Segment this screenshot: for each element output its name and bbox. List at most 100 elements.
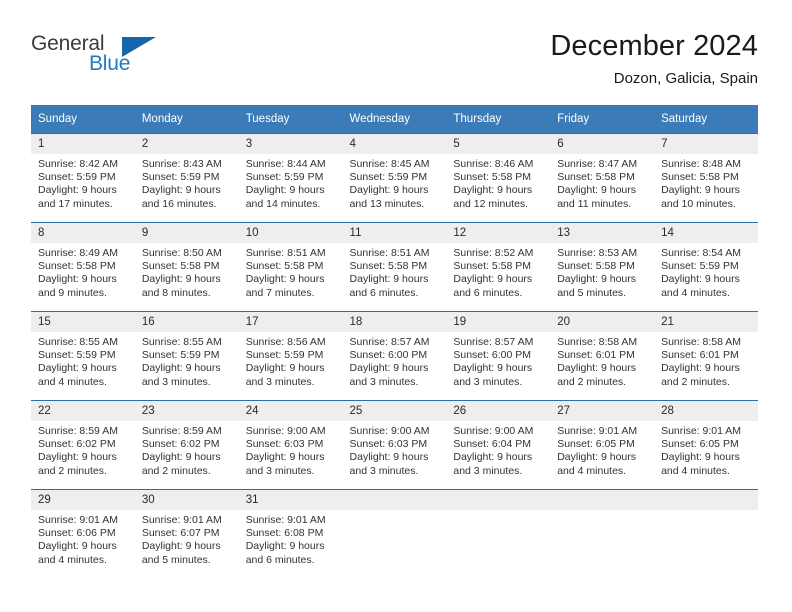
calendar-day-cell[interactable]: 7 Sunrise: 8:48 AM Sunset: 5:58 PM Daylight… <box>654 133 758 223</box>
calendar-day-cell[interactable]: 19 Sunrise: 8:57 AM Sunset: 6:00 PM Dayligh… <box>446 311 551 401</box>
day-sunset-text: Sunset: 6:07 PM <box>141 527 220 540</box>
day-cell-inner: 14 Sunrise: 8:54 AM Sunset: 5:59 PM Dayligh… <box>654 223 758 311</box>
day-details: Sunrise: 8:43 AM Sunset: 5:59 PM Daylight:… <box>135 154 239 211</box>
day-cell-inner: 20 Sunrise: 8:58 AM Sunset: 6:01 PM Dayligh… <box>550 312 655 400</box>
day-number: 20 <box>550 312 655 332</box>
calendar-day-cell[interactable]: 16 Sunrise: 8:55 AM Sunset: 5:59 PM Dayligh… <box>134 311 239 401</box>
calendar-day-cell[interactable]: 12 Sunrise: 8:52 AM Sunset: 5:58 PM Dayligh… <box>446 222 551 312</box>
page-subtitle: Dozon, Galicia, Spain <box>613 70 758 87</box>
day-cell-inner: 25 Sunrise: 9:00 AM Sunset: 6:03 PM Dayligh… <box>342 401 447 489</box>
calendar-day-cell[interactable]: 20 Sunrise: 8:58 AM Sunset: 6:01 PM Dayligh… <box>550 311 655 401</box>
generalblue-logo[interactable]: General Blue <box>31 32 161 82</box>
day-cell-inner: 31 Sunrise: 9:01 AM Sunset: 6:08 PM Dayligh… <box>238 490 343 578</box>
calendar-day-cell[interactable]: 8 Sunrise: 8:49 AM Sunset: 5:58 PM Daylight… <box>31 222 135 312</box>
calendar-day-cell[interactable]: 15 Sunrise: 8:55 AM Sunset: 5:59 PM Dayligh… <box>31 311 135 401</box>
day-sunset-text: Sunset: 6:02 PM <box>38 438 116 451</box>
day-number: 17 <box>238 312 343 332</box>
day-number: 25 <box>342 401 447 421</box>
day-details: Sunrise: 8:52 AM Sunset: 5:58 PM Daylight:… <box>446 243 550 300</box>
calendar-day-cell[interactable]: 13 Sunrise: 8:53 AM Sunset: 5:58 PM Dayligh… <box>550 222 655 312</box>
calendar-week-row: 22 Sunrise: 8:59 AM Sunset: 6:02 PM Dayligh… <box>31 400 758 490</box>
weekday-header-wednesday: Wednesday <box>342 105 447 134</box>
calendar-day-cell[interactable]: 26 Sunrise: 9:00 AM Sunset: 6:04 PM Dayligh… <box>446 400 551 490</box>
calendar-day-cell[interactable]: 5 Sunrise: 8:46 AM Sunset: 5:58 PM Daylight… <box>446 133 551 223</box>
calendar-day-cell[interactable]: 17 Sunrise: 8:56 AM Sunset: 5:59 PM Dayligh… <box>238 311 343 401</box>
day-number: 21 <box>654 312 758 332</box>
calendar-day-cell[interactable]: 18 Sunrise: 8:57 AM Sunset: 6:00 PM Dayligh… <box>342 311 447 401</box>
day-number: 23 <box>134 401 239 421</box>
day-daylight-line1-text: Daylight: 9 hours <box>453 273 533 286</box>
day-daylight-line2-text: and 4 minutes. <box>38 375 107 388</box>
day-sunrise-text: Sunrise: 8:58 AM <box>661 336 742 348</box>
calendar-day-cell[interactable]: 23 Sunrise: 8:59 AM Sunset: 6:02 PM Dayligh… <box>134 400 239 490</box>
calendar-day-cell[interactable]: 21 Sunrise: 8:58 AM Sunset: 6:01 PM Dayligh… <box>654 311 758 401</box>
calendar-day-cell[interactable]: 31 Sunrise: 9:01 AM Sunset: 6:08 PM Dayligh… <box>238 489 343 578</box>
day-sunset-text: Sunset: 6:03 PM <box>245 438 324 451</box>
calendar-day-cell[interactable]: 11 Sunrise: 8:51 AM Sunset: 5:58 PM Dayligh… <box>342 222 447 312</box>
day-cell-inner: 26 Sunrise: 9:00 AM Sunset: 6:04 PM Dayligh… <box>446 401 551 489</box>
day-daylight-line1-text: Daylight: 9 hours <box>661 451 740 464</box>
day-number: 29 <box>31 490 135 510</box>
day-daylight-line1-text: Daylight: 9 hours <box>453 362 533 375</box>
sunrise-sunset-calendar: Sunday Monday Tuesday Wednesday Thursday… <box>31 105 758 578</box>
calendar-day-cell[interactable]: 30 Sunrise: 9:01 AM Sunset: 6:07 PM Dayligh… <box>134 489 239 578</box>
day-details: Sunrise: 8:49 AM Sunset: 5:58 PM Daylight:… <box>31 243 135 300</box>
day-number: 31 <box>238 490 343 510</box>
day-daylight-line2-text: and 11 minutes. <box>557 197 632 210</box>
day-cell-inner: 22 Sunrise: 8:59 AM Sunset: 6:02 PM Dayligh… <box>31 401 135 489</box>
calendar-day-cell-empty <box>654 489 758 578</box>
calendar-day-cell[interactable]: 1 Sunrise: 8:42 AM Sunset: 5:59 PM Daylight… <box>31 133 135 223</box>
day-daylight-line2-text: and 7 minutes. <box>245 286 315 299</box>
day-sunset-text: Sunset: 5:58 PM <box>557 260 635 273</box>
day-sunrise-text: Sunrise: 9:01 AM <box>245 514 326 526</box>
day-details: Sunrise: 8:57 AM Sunset: 6:00 PM Daylight:… <box>446 332 550 389</box>
calendar-day-cell[interactable]: 6 Sunrise: 8:47 AM Sunset: 5:58 PM Daylight… <box>550 133 655 223</box>
day-daylight-line1-text: Daylight: 9 hours <box>557 184 637 197</box>
day-sunrise-text: Sunrise: 9:01 AM <box>38 514 118 526</box>
day-number: 19 <box>446 312 551 332</box>
day-number: 28 <box>654 401 758 421</box>
calendar-day-cell[interactable]: 28 Sunrise: 9:01 AM Sunset: 6:05 PM Dayligh… <box>654 400 758 490</box>
day-daylight-line1-text: Daylight: 9 hours <box>557 362 637 375</box>
day-sunset-text: Sunset: 5:58 PM <box>245 260 324 273</box>
day-sunrise-text: Sunrise: 8:50 AM <box>141 247 222 259</box>
day-daylight-line2-text: and 2 minutes. <box>557 375 627 388</box>
calendar-day-cell[interactable]: 25 Sunrise: 9:00 AM Sunset: 6:03 PM Dayligh… <box>342 400 447 490</box>
calendar-body: 1 Sunrise: 8:42 AM Sunset: 5:59 PM Daylight… <box>31 133 758 578</box>
calendar-day-cell[interactable]: 10 Sunrise: 8:51 AM Sunset: 5:58 PM Dayligh… <box>238 222 343 312</box>
day-daylight-line2-text: and 8 minutes. <box>141 286 211 299</box>
calendar-day-cell[interactable]: 22 Sunrise: 8:59 AM Sunset: 6:02 PM Dayligh… <box>31 400 135 490</box>
day-cell-inner: 10 Sunrise: 8:51 AM Sunset: 5:58 PM Dayligh… <box>238 223 343 311</box>
page-title: December 2024 <box>550 30 758 62</box>
day-cell-inner: 1 Sunrise: 8:42 AM Sunset: 5:59 PM Daylight… <box>31 134 135 222</box>
calendar-day-cell[interactable]: 14 Sunrise: 8:54 AM Sunset: 5:59 PM Dayligh… <box>654 222 758 312</box>
day-daylight-line2-text: and 3 minutes. <box>453 464 523 477</box>
day-sunset-text: Sunset: 5:59 PM <box>38 349 116 362</box>
calendar-day-cell[interactable]: 4 Sunrise: 8:45 AM Sunset: 5:59 PM Daylight… <box>342 133 447 223</box>
day-number: 5 <box>446 134 551 154</box>
day-cell-inner: 5 Sunrise: 8:46 AM Sunset: 5:58 PM Daylight… <box>446 134 551 222</box>
calendar-day-cell[interactable]: 27 Sunrise: 9:01 AM Sunset: 6:05 PM Dayligh… <box>550 400 655 490</box>
day-details: Sunrise: 8:58 AM Sunset: 6:01 PM Daylight:… <box>654 332 758 389</box>
day-cell-inner: 6 Sunrise: 8:47 AM Sunset: 5:58 PM Daylight… <box>550 134 655 222</box>
calendar-header-row: Sunday Monday Tuesday Wednesday Thursday… <box>31 105 758 134</box>
calendar-day-cell[interactable]: 3 Sunrise: 8:44 AM Sunset: 5:59 PM Daylight… <box>238 133 343 223</box>
day-cell-inner: 12 Sunrise: 8:52 AM Sunset: 5:58 PM Dayligh… <box>446 223 551 311</box>
day-sunset-text: Sunset: 5:59 PM <box>349 171 428 184</box>
calendar-day-cell[interactable]: 9 Sunrise: 8:50 AM Sunset: 5:58 PM Daylight… <box>134 222 239 312</box>
day-cell-inner: 9 Sunrise: 8:50 AM Sunset: 5:58 PM Daylight… <box>134 223 239 311</box>
day-cell-inner <box>550 490 655 578</box>
day-sunrise-text: Sunrise: 8:59 AM <box>38 425 118 437</box>
day-sunset-text: Sunset: 5:58 PM <box>453 260 532 273</box>
day-sunrise-text: Sunrise: 9:01 AM <box>661 425 742 437</box>
calendar-day-cell[interactable]: 29 Sunrise: 9:01 AM Sunset: 6:06 PM Dayligh… <box>31 489 135 578</box>
calendar-day-cell[interactable]: 2 Sunrise: 8:43 AM Sunset: 5:59 PM Daylight… <box>134 133 239 223</box>
day-sunset-text: Sunset: 6:05 PM <box>661 438 739 451</box>
day-details: Sunrise: 8:55 AM Sunset: 5:59 PM Daylight:… <box>135 332 239 389</box>
calendar-day-cell[interactable]: 24 Sunrise: 9:00 AM Sunset: 6:03 PM Dayligh… <box>238 400 343 490</box>
calendar-week-row: 8 Sunrise: 8:49 AM Sunset: 5:58 PM Daylight… <box>31 222 758 312</box>
day-sunrise-text: Sunrise: 8:49 AM <box>38 247 118 259</box>
calendar-day-cell-empty <box>446 489 551 578</box>
day-details <box>446 510 550 514</box>
day-sunset-text: Sunset: 5:59 PM <box>245 171 324 184</box>
